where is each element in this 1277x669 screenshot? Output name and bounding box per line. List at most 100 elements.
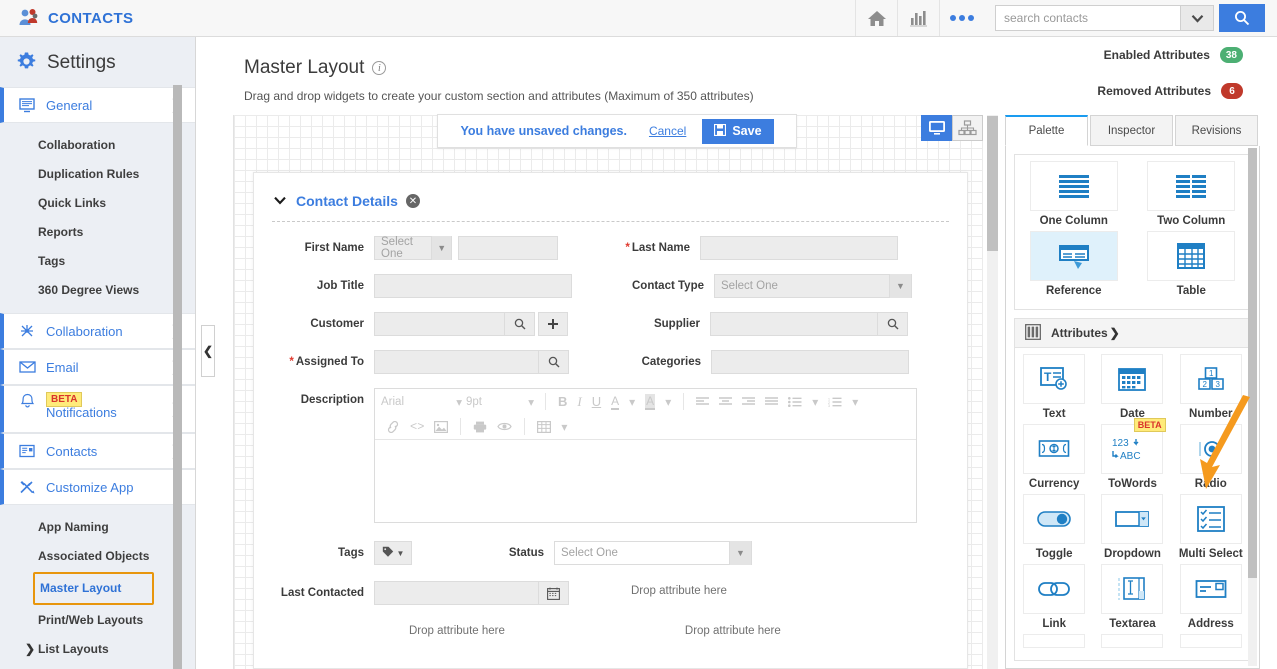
chevron-down-icon[interactable]: ▾: [624, 395, 640, 409]
sidebar-item-print-web-layouts[interactable]: Print/Web Layouts: [0, 606, 196, 635]
dropdown-icon[interactable]: [1101, 494, 1164, 544]
last-name-input[interactable]: [700, 236, 898, 260]
view-toggle-tree[interactable]: [952, 115, 983, 141]
palette-item-currency[interactable]: Currency: [1015, 424, 1093, 490]
preview-icon[interactable]: [492, 421, 517, 432]
reference-icon[interactable]: [1029, 231, 1118, 281]
palette-item-text[interactable]: T Text: [1015, 354, 1093, 420]
number-blocks-icon[interactable]: 1 2 3: [1179, 354, 1242, 404]
font-family-select[interactable]: Arial ▾: [381, 395, 466, 409]
tags-picker-button[interactable]: ▼: [374, 541, 412, 565]
sidebar-item-list-layouts[interactable]: ❯ List Layouts: [0, 635, 196, 664]
palette-item-radio[interactable]: Radio: [1172, 424, 1250, 490]
palette-item-partial-1[interactable]: [1015, 634, 1093, 648]
sidebar-item-master-layout[interactable]: Master Layout: [33, 572, 154, 605]
numbered-list-icon[interactable]: 123: [823, 397, 847, 407]
supplier-input[interactable]: [710, 312, 878, 336]
palette-item-partial-2[interactable]: [1093, 634, 1171, 648]
status-select[interactable]: Select One ▼: [554, 541, 752, 565]
palette-partial-icon[interactable]: [1023, 634, 1086, 648]
sidebar-item-general[interactable]: General ❯: [0, 87, 196, 123]
palette-item-reference[interactable]: Reference: [1015, 231, 1133, 297]
bar-chart-icon[interactable]: [897, 0, 939, 36]
chevron-down-icon[interactable]: ▾: [807, 395, 823, 409]
info-icon[interactable]: i: [372, 61, 387, 75]
highlight-color-icon[interactable]: A: [640, 393, 660, 410]
contact-type-select[interactable]: Select One ▼: [714, 274, 912, 298]
categories-input[interactable]: [711, 350, 909, 374]
calendar-icon[interactable]: [539, 581, 569, 605]
palette-item-two-column[interactable]: Two Column: [1133, 161, 1251, 227]
description-rich-text-editor[interactable]: Arial ▾ 9pt ▾ B I U A ▾ A ▾ ▾ 1 2 3 ▾ <>…: [374, 388, 917, 523]
supplier-search-icon[interactable]: [878, 312, 908, 336]
sidebar-item-collaboration[interactable]: Collaboration ❯: [0, 313, 196, 349]
canvas-scrollbar-thumb[interactable]: [987, 116, 998, 251]
customer-search-icon[interactable]: [505, 312, 535, 336]
palette-item-date[interactable]: Date: [1093, 354, 1171, 420]
one-column-icon[interactable]: [1029, 161, 1118, 211]
radio-button-icon[interactable]: [1179, 424, 1242, 474]
close-circle-icon[interactable]: ✕: [405, 194, 420, 208]
sidebar-item-app-naming[interactable]: App Naming: [0, 513, 196, 542]
tab-palette[interactable]: Palette: [1005, 115, 1088, 146]
chevron-down-icon[interactable]: [274, 194, 286, 208]
attributes-section-header[interactable]: Attributes ❯: [1014, 318, 1251, 348]
textarea-icon[interactable]: [1101, 564, 1164, 614]
underline-icon[interactable]: U: [587, 394, 606, 409]
tab-revisions[interactable]: Revisions: [1175, 115, 1258, 146]
sidebar-scrollbar[interactable]: [173, 85, 182, 669]
palette-item-partial-3[interactable]: [1172, 634, 1250, 648]
cancel-button[interactable]: Cancel: [649, 124, 686, 138]
sidebar-collapse-handle[interactable]: ❮: [201, 325, 215, 377]
sidebar-item-contacts[interactable]: Contacts ❯: [0, 433, 196, 469]
palette-item-one-column[interactable]: One Column: [1015, 161, 1133, 227]
panel-scrollbar-thumb[interactable]: [1248, 148, 1257, 578]
link-chain-icon[interactable]: [1023, 564, 1086, 614]
palette-item-link[interactable]: Link: [1015, 564, 1093, 630]
link-icon[interactable]: [381, 420, 405, 433]
view-toggle-desktop[interactable]: [921, 115, 952, 141]
chevron-down-icon[interactable]: ▾: [556, 420, 572, 434]
table-icon[interactable]: [1147, 231, 1236, 281]
palette-item-address[interactable]: Address: [1172, 564, 1250, 630]
description-editor-body[interactable]: [375, 440, 916, 548]
address-envelope-icon[interactable]: [1179, 564, 1242, 614]
customer-add-icon[interactable]: [538, 312, 568, 336]
palette-item-table[interactable]: Table: [1133, 231, 1251, 297]
palette-partial-icon[interactable]: [1179, 634, 1242, 648]
search-button[interactable]: [1219, 4, 1265, 32]
customer-input[interactable]: [374, 312, 505, 336]
home-icon[interactable]: [855, 0, 897, 36]
drop-zone-right-1[interactable]: Drop attribute here: [631, 581, 727, 605]
palette-partial-icon[interactable]: [1101, 634, 1164, 648]
bullet-list-icon[interactable]: [783, 396, 807, 407]
sidebar-item-email[interactable]: Email ❯: [0, 349, 196, 385]
chevron-down-icon[interactable]: ▾: [847, 395, 863, 409]
palette-item-multi-select[interactable]: Multi Select: [1172, 494, 1250, 560]
sidebar-item-reports[interactable]: Reports: [0, 218, 196, 247]
first-name-salutation-select[interactable]: Select One ▼: [374, 236, 452, 260]
tab-inspector[interactable]: Inspector: [1090, 115, 1173, 146]
sidebar-item-collaboration-sub[interactable]: Collaboration: [0, 131, 196, 160]
align-justify-icon[interactable]: [760, 396, 783, 407]
sidebar-item-quick-links[interactable]: Quick Links: [0, 189, 196, 218]
assigned-to-input[interactable]: [374, 350, 539, 374]
palette-item-textarea[interactable]: Textarea: [1093, 564, 1171, 630]
last-contacted-input[interactable]: [374, 581, 539, 605]
palette-item-toggle[interactable]: Toggle: [1015, 494, 1093, 560]
drop-zone-right-2[interactable]: Drop attribute here: [685, 625, 781, 637]
panel-scrollbar[interactable]: [1248, 148, 1257, 666]
bold-icon[interactable]: B: [553, 394, 572, 409]
italic-icon[interactable]: I: [572, 394, 586, 410]
first-name-input[interactable]: [458, 236, 558, 260]
code-icon[interactable]: <>: [405, 420, 429, 434]
two-column-icon[interactable]: [1147, 161, 1236, 211]
calendar-icon[interactable]: [1101, 354, 1164, 404]
print-icon[interactable]: [468, 421, 492, 433]
sidebar-scrollbar-thumb[interactable]: [173, 85, 182, 669]
chevron-down-icon[interactable]: ▾: [660, 395, 676, 409]
image-icon[interactable]: [429, 420, 453, 433]
sidebar-item-associated-objects[interactable]: Associated Objects: [0, 542, 196, 571]
text-color-icon[interactable]: A: [606, 394, 624, 410]
sidebar-item-tags[interactable]: Tags: [0, 247, 196, 276]
